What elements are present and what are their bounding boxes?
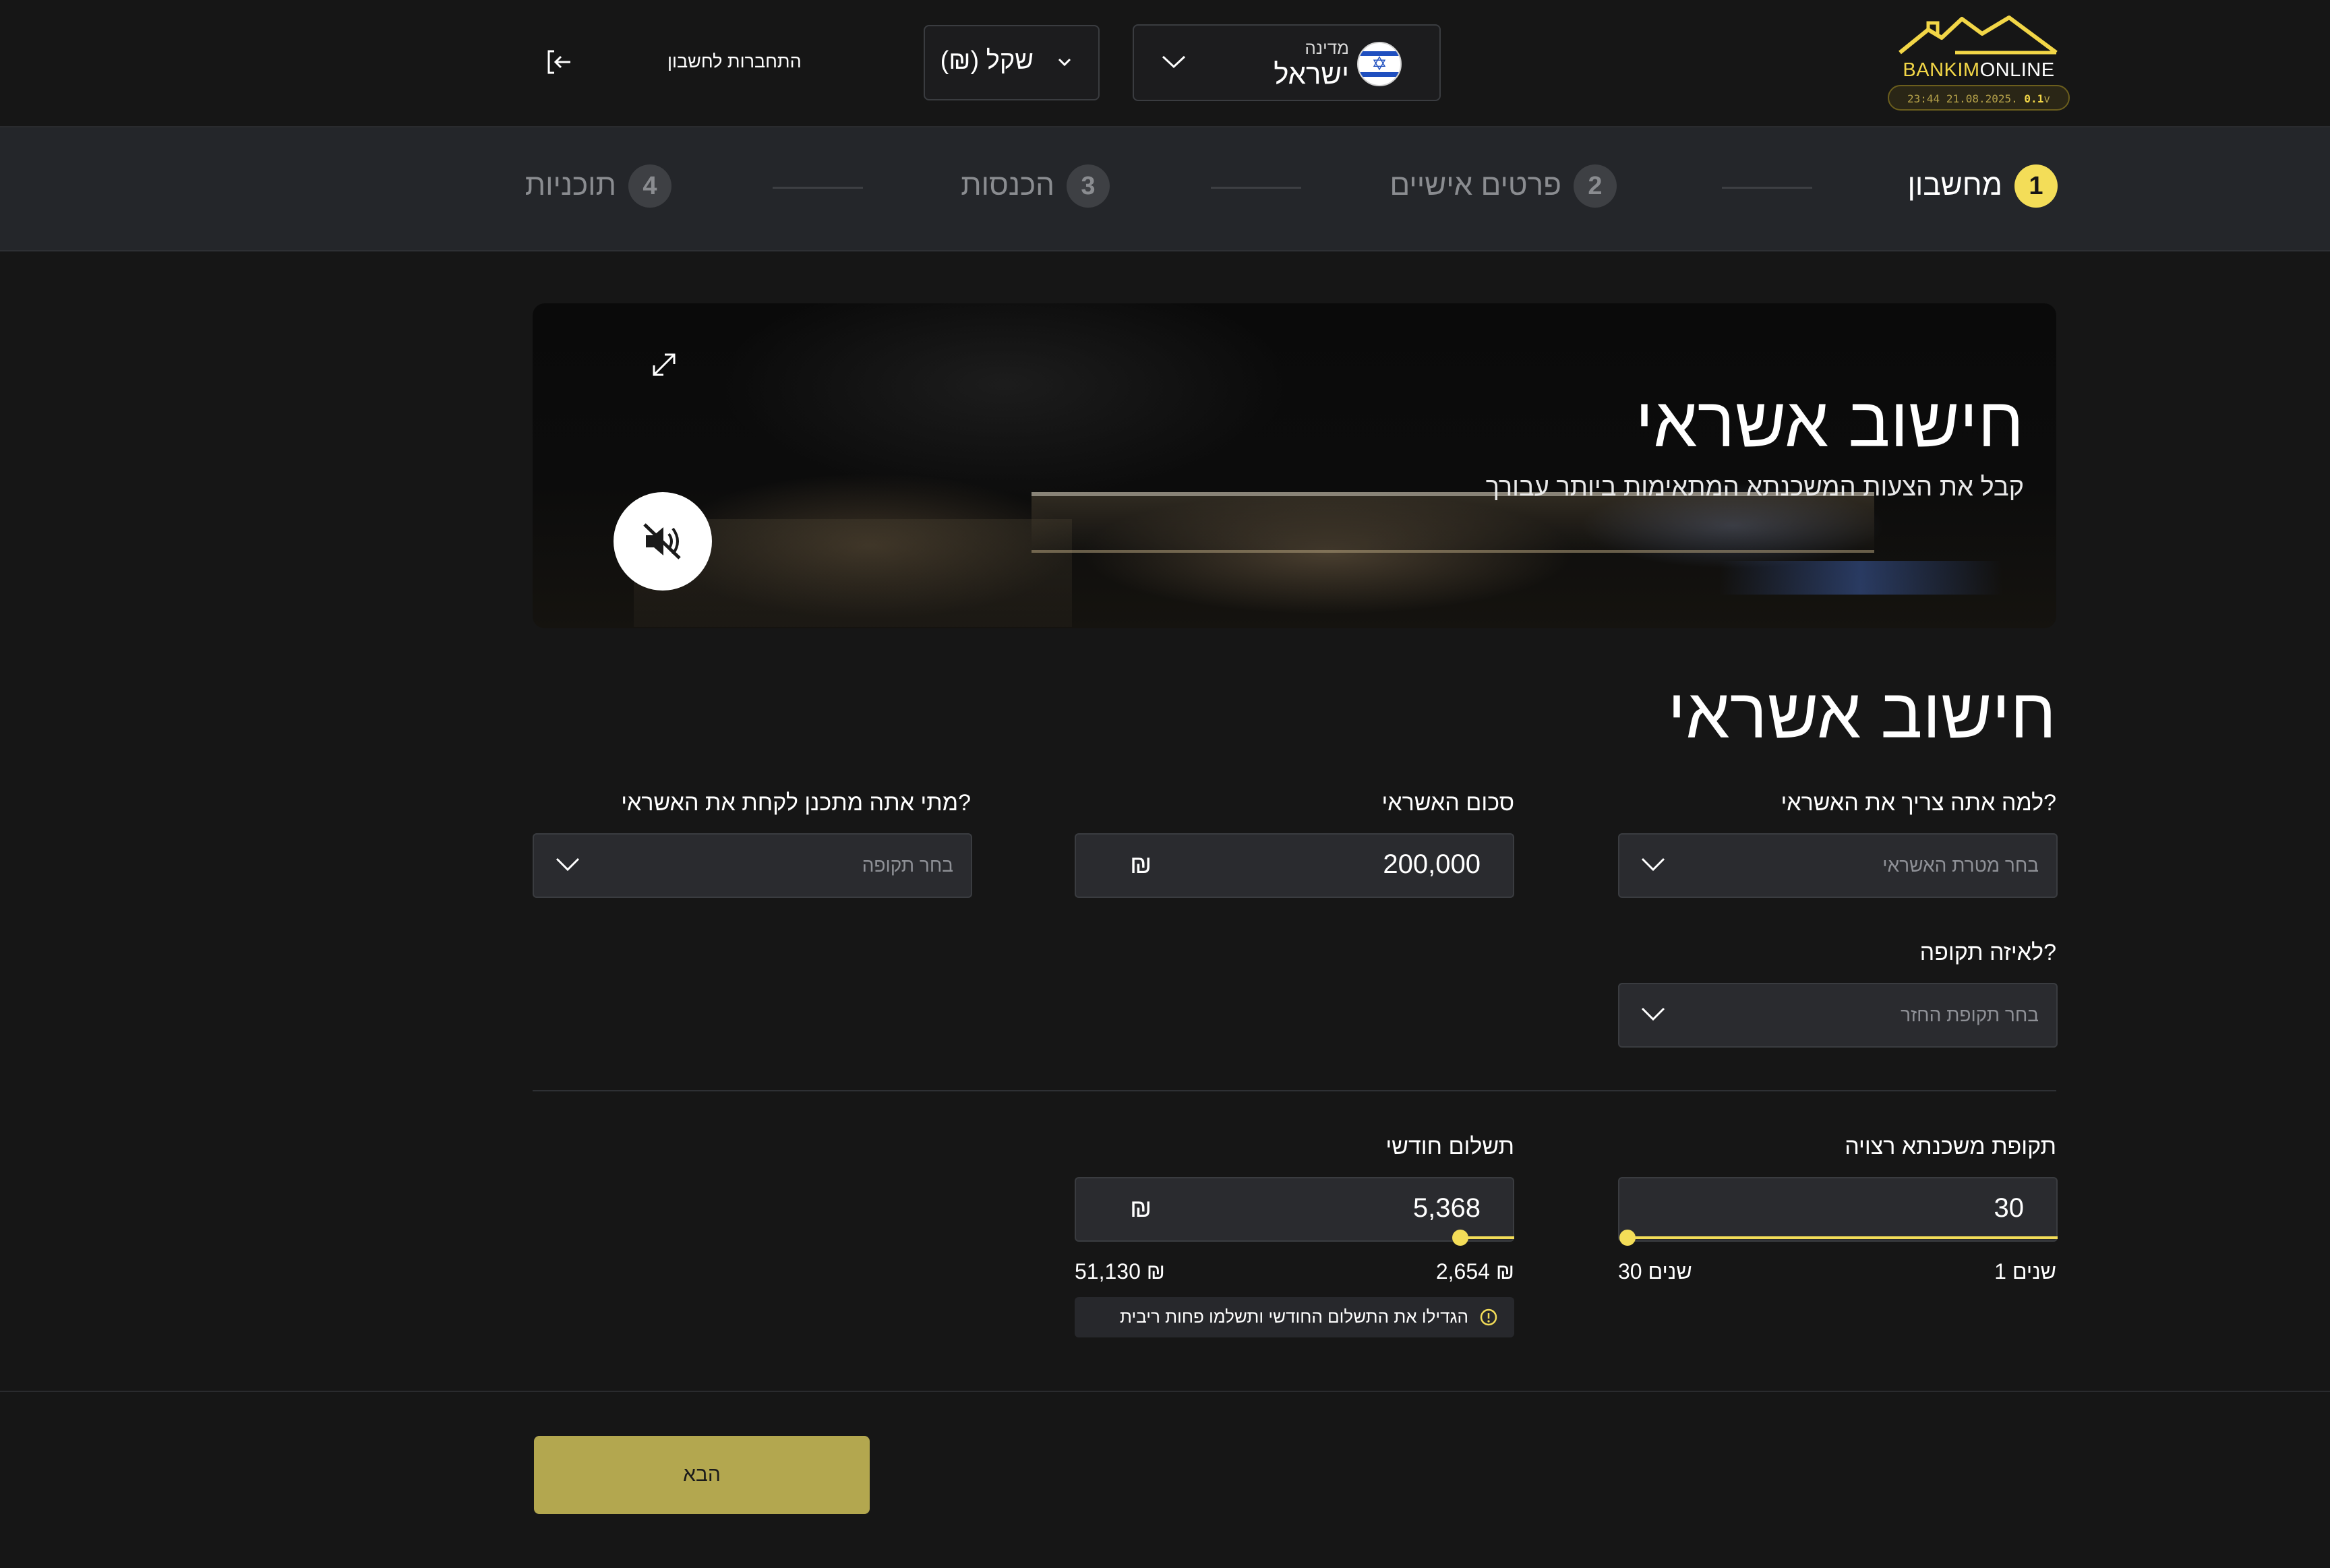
step-connector [1211, 187, 1301, 189]
step-number: 4 [628, 164, 671, 208]
hero-video-banner[interactable]: חישוב אשראי קבל את הצעות המשכנתא המתאימו… [533, 303, 2056, 628]
step-label: תוכניות [525, 169, 616, 202]
info-icon [1480, 1308, 1497, 1326]
step-2-personal-details[interactable]: 2 פרטים אישיים [1390, 164, 1617, 212]
chevron-down-icon [1162, 55, 1186, 69]
next-button[interactable]: הבא [534, 1436, 870, 1514]
monthly-payment-label: תשלום חודשי [1385, 1134, 1514, 1159]
monthly-payment-min: 2,654 ₪ [1435, 1259, 1514, 1284]
chevron-down-icon [1058, 58, 1071, 67]
shekel-symbol: ₪ [1130, 1195, 1152, 1223]
page-title: חישוב אשראי [1667, 675, 2056, 753]
section-divider [533, 1090, 2056, 1091]
credit-amount-input[interactable]: ₪ 200,000 [1075, 833, 1514, 898]
credit-purpose-label: למה אתה צריך את האשראי? [1781, 790, 2056, 816]
tip-text: הגדילו את התשלום החודשי ותשלמו פחות ריבי… [1120, 1306, 1468, 1327]
repayment-period-label: לאיזה תקופה? [1919, 940, 2056, 965]
mute-icon [643, 523, 681, 560]
country-caption: מדינה [1305, 38, 1349, 58]
monthly-payment-slider-track[interactable] [1460, 1236, 1514, 1239]
mortgage-term-min: 1 שנים [1994, 1259, 2056, 1284]
banner-image-pool [1719, 561, 2002, 595]
step-4-programs[interactable]: 4 תוכניות [525, 164, 671, 212]
step-3-income[interactable]: 3 הכנסות [961, 164, 1110, 212]
country-selector[interactable]: מדינה ישראל ✡ [1133, 24, 1441, 101]
mute-button[interactable] [614, 492, 712, 591]
currency-selector[interactable]: (₪) שקל [924, 25, 1100, 100]
credit-amount-label: סכום האשראי [1381, 790, 1514, 816]
monthly-payment-slider-handle[interactable] [1452, 1230, 1468, 1246]
currency-value: (₪) שקל [940, 47, 1034, 75]
step-1-calculator[interactable]: 1 מחשבון [1908, 164, 2058, 212]
version-badge: 23:44 21.08.2025. 0.1v [1888, 85, 2070, 111]
monthly-payment-max: 51,130 ₪ [1075, 1259, 1165, 1284]
logo-text: BANKIMONLINE [1903, 59, 2055, 81]
monthly-payment-input[interactable]: ₪ 5,368 [1075, 1177, 1514, 1242]
chevron-down-icon [1641, 857, 1665, 872]
step-connector [773, 187, 863, 189]
country-value: ישראל [1274, 58, 1349, 90]
interest-tip: הגדילו את התשלום החודשי ותשלמו פחות ריבי… [1075, 1297, 1514, 1337]
israel-flag-icon: ✡ [1357, 42, 1402, 86]
select-placeholder: בחר תקופת החזר [1901, 1004, 2039, 1025]
step-number: 1 [2014, 164, 2058, 208]
monthly-payment-value: 5,368 [1412, 1193, 1481, 1223]
step-label: הכנסות [961, 169, 1054, 202]
credit-amount-value: 200,000 [1383, 849, 1481, 879]
footer-divider [0, 1391, 2330, 1392]
step-number: 3 [1067, 164, 1110, 208]
credit-timing-label: מתי אתה מתכנן לקחת את האשראי? [621, 790, 971, 816]
step-label: פרטים אישיים [1390, 169, 1561, 202]
chevron-down-icon [556, 857, 580, 872]
login-arrow-icon[interactable] [545, 47, 574, 77]
select-placeholder: בחר מטרת האשראי [1882, 855, 2039, 876]
step-label: מחשבון [1907, 169, 2003, 202]
mortgage-term-input[interactable]: 30 [1618, 1177, 2058, 1242]
mortgage-term-slider-track[interactable] [1627, 1236, 2058, 1239]
step-connector [1722, 187, 1812, 189]
mortgage-term-slider-handle[interactable] [1619, 1230, 1636, 1246]
chevron-down-icon [1641, 1007, 1665, 1021]
repayment-period-select[interactable]: בחר תקופת החזר [1618, 983, 2058, 1048]
shekel-symbol: ₪ [1130, 851, 1152, 879]
mortgage-term-max: 30 שנים [1618, 1259, 1692, 1284]
mortgage-term-value: 30 [1994, 1193, 2025, 1223]
select-placeholder: בחר תקופה [862, 855, 953, 876]
step-number: 2 [1574, 164, 1617, 208]
expand-icon[interactable] [647, 348, 681, 382]
mortgage-term-label: תקופת משכנתא רצויה [1845, 1134, 2056, 1159]
login-link[interactable]: התחברות לחשבון [667, 51, 802, 72]
credit-purpose-select[interactable]: בחר מטרת האשראי [1618, 833, 2058, 898]
banner-subtitle: קבל את הצעות המשכנתא המתאימות ביותר עבור… [1485, 473, 2024, 502]
credit-timing-select[interactable]: בחר תקופה [533, 833, 972, 898]
bankimonline-logo[interactable]: BANKIMONLINE 23:44 21.08.2025. 0.1v [1881, 13, 2077, 113]
banner-title: חישוב אשראי [1635, 384, 2024, 462]
logo-house-icon [1899, 16, 2058, 55]
